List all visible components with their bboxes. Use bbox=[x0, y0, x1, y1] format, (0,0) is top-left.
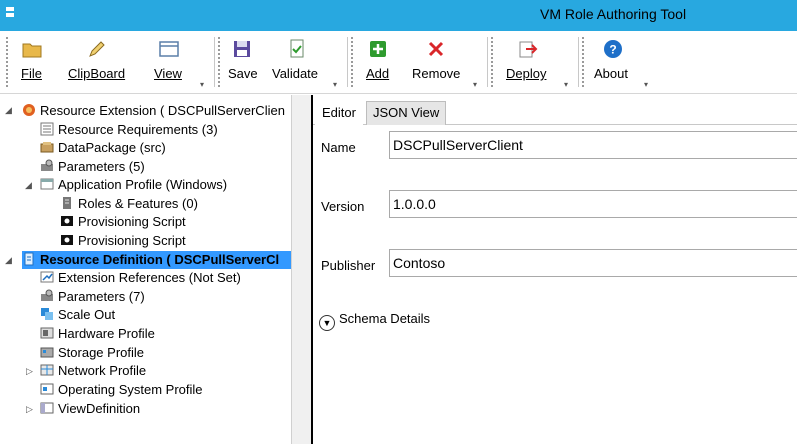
storage-icon bbox=[40, 347, 54, 358]
tree-item-hardware-profile[interactable]: Hardware Profile bbox=[40, 325, 155, 343]
parameters-icon bbox=[41, 159, 53, 171]
chevron-down-icon[interactable]: ▾ bbox=[644, 80, 648, 89]
floppy-disk-icon bbox=[234, 41, 250, 57]
definition-icon bbox=[24, 252, 34, 266]
toolbar-grip bbox=[351, 37, 353, 87]
window-layout-icon bbox=[159, 41, 179, 57]
toolbar-separator bbox=[487, 37, 488, 87]
save-button[interactable]: Save bbox=[224, 31, 260, 94]
view-button[interactable]: View bbox=[148, 31, 188, 94]
application-icon bbox=[40, 178, 54, 190]
tab-editor[interactable]: Editor bbox=[315, 101, 363, 125]
about-button[interactable]: ? About bbox=[590, 31, 636, 94]
scale-out-icon bbox=[41, 308, 53, 320]
plus-icon bbox=[370, 41, 386, 57]
server-icon bbox=[63, 197, 71, 209]
chevron-down-icon[interactable]: ▾ bbox=[564, 80, 568, 89]
svg-text:?: ? bbox=[609, 43, 616, 57]
toolbar-grip bbox=[491, 37, 493, 87]
toolbar-separator bbox=[578, 37, 579, 87]
tree-item-provisioning-script[interactable]: Provisioning Script bbox=[60, 232, 186, 250]
tree-item-parameters[interactable]: Parameters (7) bbox=[40, 288, 145, 306]
view-definition-icon bbox=[40, 402, 54, 414]
folder-icon bbox=[22, 43, 42, 58]
version-label: Version bbox=[321, 199, 365, 214]
name-field[interactable]: DSCPullServerClient bbox=[389, 131, 797, 159]
os-icon bbox=[40, 383, 54, 395]
splitter[interactable] bbox=[291, 95, 313, 444]
tab-json-view[interactable]: JSON View bbox=[366, 101, 447, 125]
tree-item-parameters[interactable]: Parameters (5) bbox=[40, 158, 145, 176]
chevron-down-icon[interactable]: ▾ bbox=[200, 80, 204, 89]
expand-arrow-icon[interactable]: ▷ bbox=[26, 404, 33, 415]
tree-item-roles-features[interactable]: Roles & Features (0) bbox=[60, 195, 198, 213]
collapse-arrow-icon[interactable]: ◢ bbox=[5, 105, 12, 116]
script-icon bbox=[61, 235, 73, 245]
tree-item-network-profile[interactable]: Network Profile bbox=[40, 362, 146, 380]
chevron-down-icon: ▼ bbox=[319, 315, 335, 331]
tree-item-storage-profile[interactable]: Storage Profile bbox=[40, 344, 144, 362]
toolbar-grip bbox=[6, 37, 8, 87]
validate-document-icon bbox=[290, 39, 304, 58]
deploy-button[interactable]: Deploy bbox=[500, 31, 556, 94]
hardware-icon bbox=[40, 327, 54, 339]
validate-button[interactable]: Validate bbox=[268, 31, 326, 94]
title-bar: VM Role Authoring Tool bbox=[0, 0, 797, 31]
toolbar-separator bbox=[347, 37, 348, 87]
name-label: Name bbox=[321, 140, 356, 155]
publisher-field[interactable]: Contoso bbox=[389, 249, 797, 277]
package-icon bbox=[40, 142, 54, 153]
tree-item-data-package[interactable]: DataPackage (src) bbox=[40, 139, 166, 157]
deploy-icon bbox=[519, 41, 538, 58]
editor-tabs: Editor JSON View bbox=[313, 95, 797, 125]
tree-item-extension-references[interactable]: Extension References (Not Set) bbox=[40, 269, 241, 287]
network-icon bbox=[40, 364, 54, 376]
window-title: VM Role Authoring Tool bbox=[540, 6, 687, 22]
collapse-arrow-icon[interactable]: ◢ bbox=[25, 180, 32, 191]
toolbar-separator bbox=[214, 37, 215, 87]
app-icon bbox=[6, 7, 14, 23]
tree-item-scale-out[interactable]: Scale Out bbox=[40, 306, 115, 324]
pencil-icon bbox=[89, 41, 105, 57]
expand-arrow-icon[interactable]: ▷ bbox=[26, 366, 33, 377]
toolbar-grip bbox=[218, 37, 220, 87]
extension-icon bbox=[23, 104, 35, 116]
tree-item-view-definition[interactable]: ViewDefinition bbox=[40, 400, 140, 418]
chevron-down-icon[interactable]: ▾ bbox=[473, 80, 477, 89]
resource-tree: ◢ Resource Extension ( DSCPullServerClie… bbox=[0, 95, 291, 444]
collapse-arrow-icon[interactable]: ◢ bbox=[5, 255, 12, 266]
chevron-down-icon[interactable]: ▾ bbox=[333, 80, 337, 89]
remove-button[interactable]: Remove bbox=[408, 31, 466, 94]
schema-details-expander[interactable]: ▼ Schema Details bbox=[319, 311, 430, 331]
add-button[interactable]: Add bbox=[358, 31, 398, 94]
toolbar-grip bbox=[582, 37, 584, 87]
list-icon bbox=[40, 122, 54, 136]
tree-item-resource-extension[interactable]: Resource Extension ( DSCPullServerClien bbox=[22, 102, 285, 120]
clipboard-button[interactable]: ClipBoard bbox=[62, 31, 134, 94]
toolbar: File ClipBoard View ▾ Save Validate ▾ Ad… bbox=[0, 31, 797, 94]
help-icon: ? bbox=[604, 40, 622, 58]
reference-icon bbox=[40, 271, 54, 283]
delete-x-icon bbox=[428, 41, 444, 57]
script-icon bbox=[61, 216, 73, 226]
tree-item-resource-requirements[interactable]: Resource Requirements (3) bbox=[40, 121, 218, 139]
tree-item-resource-definition[interactable]: Resource Definition ( DSCPullServerCl bbox=[22, 251, 291, 269]
editor-panel: Editor JSON View Name DSCPullServerClien… bbox=[313, 95, 797, 444]
version-field[interactable]: 1.0.0.0 bbox=[389, 190, 797, 218]
tree-item-provisioning-script[interactable]: Provisioning Script bbox=[60, 213, 186, 231]
tree-item-os-profile[interactable]: Operating System Profile bbox=[40, 381, 203, 399]
publisher-label: Publisher bbox=[321, 258, 376, 273]
tree-item-application-profile[interactable]: Application Profile (Windows) bbox=[40, 176, 227, 194]
parameters-icon bbox=[41, 289, 53, 301]
file-button[interactable]: File bbox=[14, 31, 50, 94]
